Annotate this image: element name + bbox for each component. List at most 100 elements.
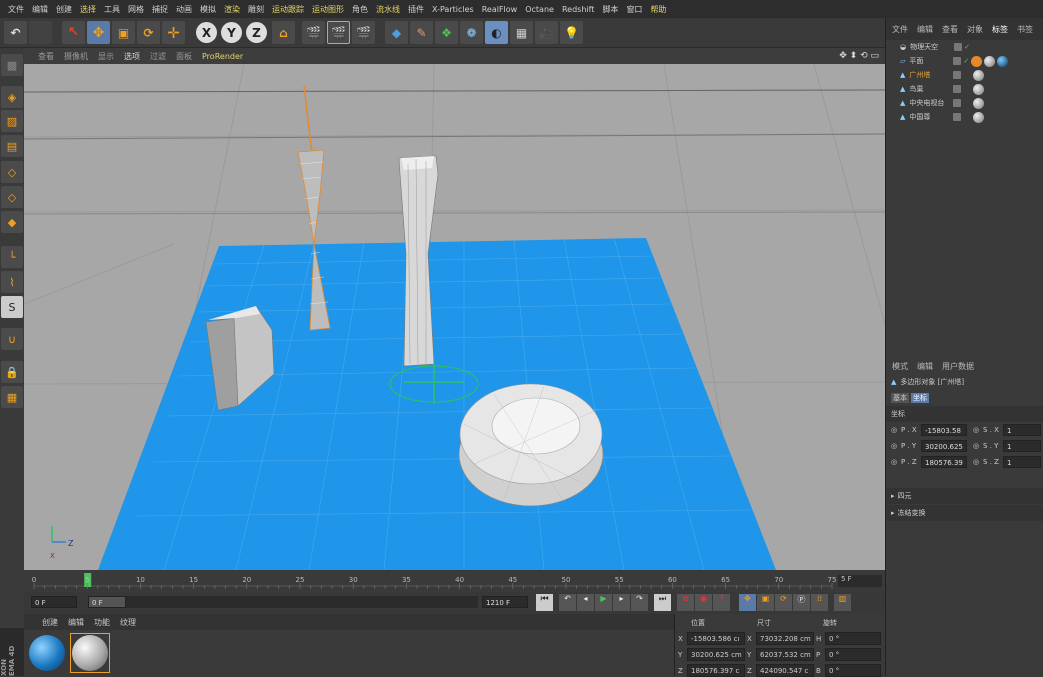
- visibility-toggle[interactable]: [953, 85, 962, 93]
- prev-frame-button[interactable]: ◂: [577, 594, 594, 611]
- object-row[interactable]: ▲ 中央电视台: [886, 96, 1043, 110]
- material-swatch-grey[interactable]: [70, 633, 110, 673]
- menu-item[interactable]: X-Particles: [428, 5, 478, 14]
- quaternion-group[interactable]: ▸ 四元: [886, 488, 1043, 504]
- position-z-field[interactable]: 180576.39: [921, 456, 967, 468]
- menu-item[interactable]: 捕捉: [148, 4, 172, 15]
- rotate-tool-button[interactable]: ⟳: [137, 21, 160, 44]
- object-row[interactable]: ▱ 平面 ✓: [886, 54, 1043, 68]
- viewport-nav-icons[interactable]: ✥ ⬍ ⟲ ▭: [839, 51, 879, 61]
- keyframe-dot-icon[interactable]: ◎: [973, 442, 983, 450]
- menu-item[interactable]: 创建: [52, 4, 76, 15]
- menu-item[interactable]: 帮助: [646, 4, 670, 15]
- om-tab-objects[interactable]: 对象: [967, 24, 983, 35]
- make-editable-button[interactable]: ▩: [1, 54, 23, 76]
- am-tab-userdata[interactable]: 用户数据: [942, 361, 974, 372]
- keyframe-dot-icon[interactable]: ◎: [973, 426, 983, 434]
- menu-item[interactable]: 窗口: [622, 4, 646, 15]
- coord-rot-h-field[interactable]: 0 °: [825, 632, 881, 645]
- z-axis-button[interactable]: Z: [246, 22, 267, 43]
- keyframe-dot-icon[interactable]: ◎: [891, 426, 901, 434]
- mat-menu-function[interactable]: 功能: [94, 617, 110, 628]
- camera-button[interactable]: 🎥: [535, 21, 558, 44]
- coord-size-x-field[interactable]: 73032.208 cm: [756, 632, 814, 645]
- redo-button[interactable]: [29, 21, 52, 44]
- menu-item[interactable]: 雕刻: [244, 4, 268, 15]
- next-key-button[interactable]: ↷: [631, 594, 648, 611]
- floor-button[interactable]: ▦: [510, 21, 533, 44]
- key-param-button[interactable]: Ⓟ: [793, 594, 810, 611]
- menu-item[interactable]: 运动图形: [308, 4, 348, 15]
- coord-pos-x-field[interactable]: -15803.586 cı: [687, 632, 745, 645]
- coord-rot-b-field[interactable]: 0 °: [825, 664, 881, 677]
- menu-item[interactable]: 渲染: [220, 4, 244, 15]
- menu-item[interactable]: 模拟: [196, 4, 220, 15]
- object-row[interactable]: ▲ 广州塔: [886, 68, 1043, 82]
- timeline-ruler[interactable]: 0 5 10 15 20 25 30 35 40 45 50 55 60 65 70 75 5 F: [24, 570, 885, 592]
- menu-item[interactable]: Redshift: [558, 5, 598, 14]
- am-tab-edit[interactable]: 编辑: [917, 361, 933, 372]
- position-y-field[interactable]: 30200.625: [921, 440, 967, 452]
- viewport-menu-prorender[interactable]: ProRender: [202, 52, 243, 61]
- prev-key-button[interactable]: ↶: [559, 594, 576, 611]
- am-tab-mode[interactable]: 模式: [892, 361, 908, 372]
- viewport-menu-display[interactable]: 显示: [98, 51, 114, 62]
- scale-x-field[interactable]: 1: [1003, 424, 1041, 436]
- coord-size-z-field[interactable]: 424090.547 c: [756, 664, 814, 677]
- render-picture-viewer-button[interactable]: 🎬: [327, 21, 350, 44]
- om-tab-edit[interactable]: 编辑: [917, 24, 933, 35]
- birds-nest-stadium-model[interactable]: [458, 383, 604, 507]
- object-row[interactable]: ▲ 中国尊: [886, 110, 1043, 124]
- coord-pos-y-field[interactable]: 30200.625 cm: [687, 648, 745, 661]
- pen-button[interactable]: ✎: [410, 21, 433, 44]
- render-settings-button[interactable]: 🎬: [352, 21, 375, 44]
- mat-menu-edit[interactable]: 编辑: [68, 617, 84, 628]
- material-tag-icon[interactable]: [973, 69, 985, 81]
- keyframe-dot-icon[interactable]: ◎: [891, 458, 901, 466]
- 3d-viewport[interactable]: Z X: [24, 64, 885, 570]
- lock-workplane-button[interactable]: 🔒: [1, 361, 23, 383]
- coord-rot-p-field[interactable]: 0 °: [825, 648, 881, 661]
- light-button[interactable]: 💡: [560, 21, 583, 44]
- viewport-menu-camera[interactable]: 摄像机: [64, 51, 88, 62]
- visibility-toggle[interactable]: [953, 113, 962, 121]
- menu-item[interactable]: 网格: [124, 4, 148, 15]
- scale-z-field[interactable]: 1: [1003, 456, 1041, 468]
- goto-start-button[interactable]: ⏮: [536, 594, 553, 611]
- menu-item[interactable]: 角色: [348, 4, 372, 15]
- select-tool-button[interactable]: ↖: [62, 21, 85, 44]
- edges-mode-button[interactable]: ◇: [1, 186, 23, 208]
- keyframe-selection-button[interactable]: ?: [713, 594, 730, 611]
- end-frame-field[interactable]: 1210 F: [482, 596, 528, 608]
- material-tag-icon[interactable]: [973, 111, 985, 123]
- x-axis-button[interactable]: X: [196, 22, 217, 43]
- material-tag-icon[interactable]: [973, 83, 985, 95]
- viewport-menu-filter[interactable]: 过滤: [150, 51, 166, 62]
- texture-mode-button[interactable]: ▨: [1, 110, 23, 132]
- preview-start-field[interactable]: 0 F: [88, 596, 126, 608]
- workplane-mode-button[interactable]: ▤: [1, 135, 23, 157]
- viewport-menu-panel[interactable]: 面板: [176, 51, 192, 62]
- om-tab-view[interactable]: 查看: [942, 24, 958, 35]
- menu-item[interactable]: 脚本: [598, 4, 622, 15]
- freeze-transform-group[interactable]: ▸ 冻结变换: [886, 505, 1043, 521]
- render-view-button[interactable]: 🎬: [302, 21, 325, 44]
- viewport-menu-options[interactable]: 选项: [124, 51, 140, 62]
- om-tab-bookmarks[interactable]: 书签: [1017, 24, 1033, 35]
- key-scale-button[interactable]: ▣: [757, 594, 774, 611]
- subtab-basic[interactable]: 基本: [891, 393, 909, 403]
- film-strip-button[interactable]: ▥: [834, 594, 851, 611]
- om-tab-tags[interactable]: 标签: [992, 24, 1008, 35]
- visibility-toggle[interactable]: [953, 71, 962, 79]
- scale-tool-button[interactable]: ▣: [112, 21, 135, 44]
- visibility-toggle[interactable]: [954, 43, 963, 51]
- axis-mode-button[interactable]: └: [1, 246, 23, 268]
- next-frame-button[interactable]: ▸: [613, 594, 630, 611]
- start-frame-field[interactable]: 0 F: [31, 596, 77, 608]
- key-position-button[interactable]: ✥: [739, 594, 756, 611]
- menu-item[interactable]: 动画: [172, 4, 196, 15]
- generator-button[interactable]: ❖: [435, 21, 458, 44]
- magnet-button[interactable]: ∪: [1, 328, 23, 350]
- menu-item[interactable]: RealFlow: [478, 5, 522, 14]
- autokey-button[interactable]: ◉: [695, 594, 712, 611]
